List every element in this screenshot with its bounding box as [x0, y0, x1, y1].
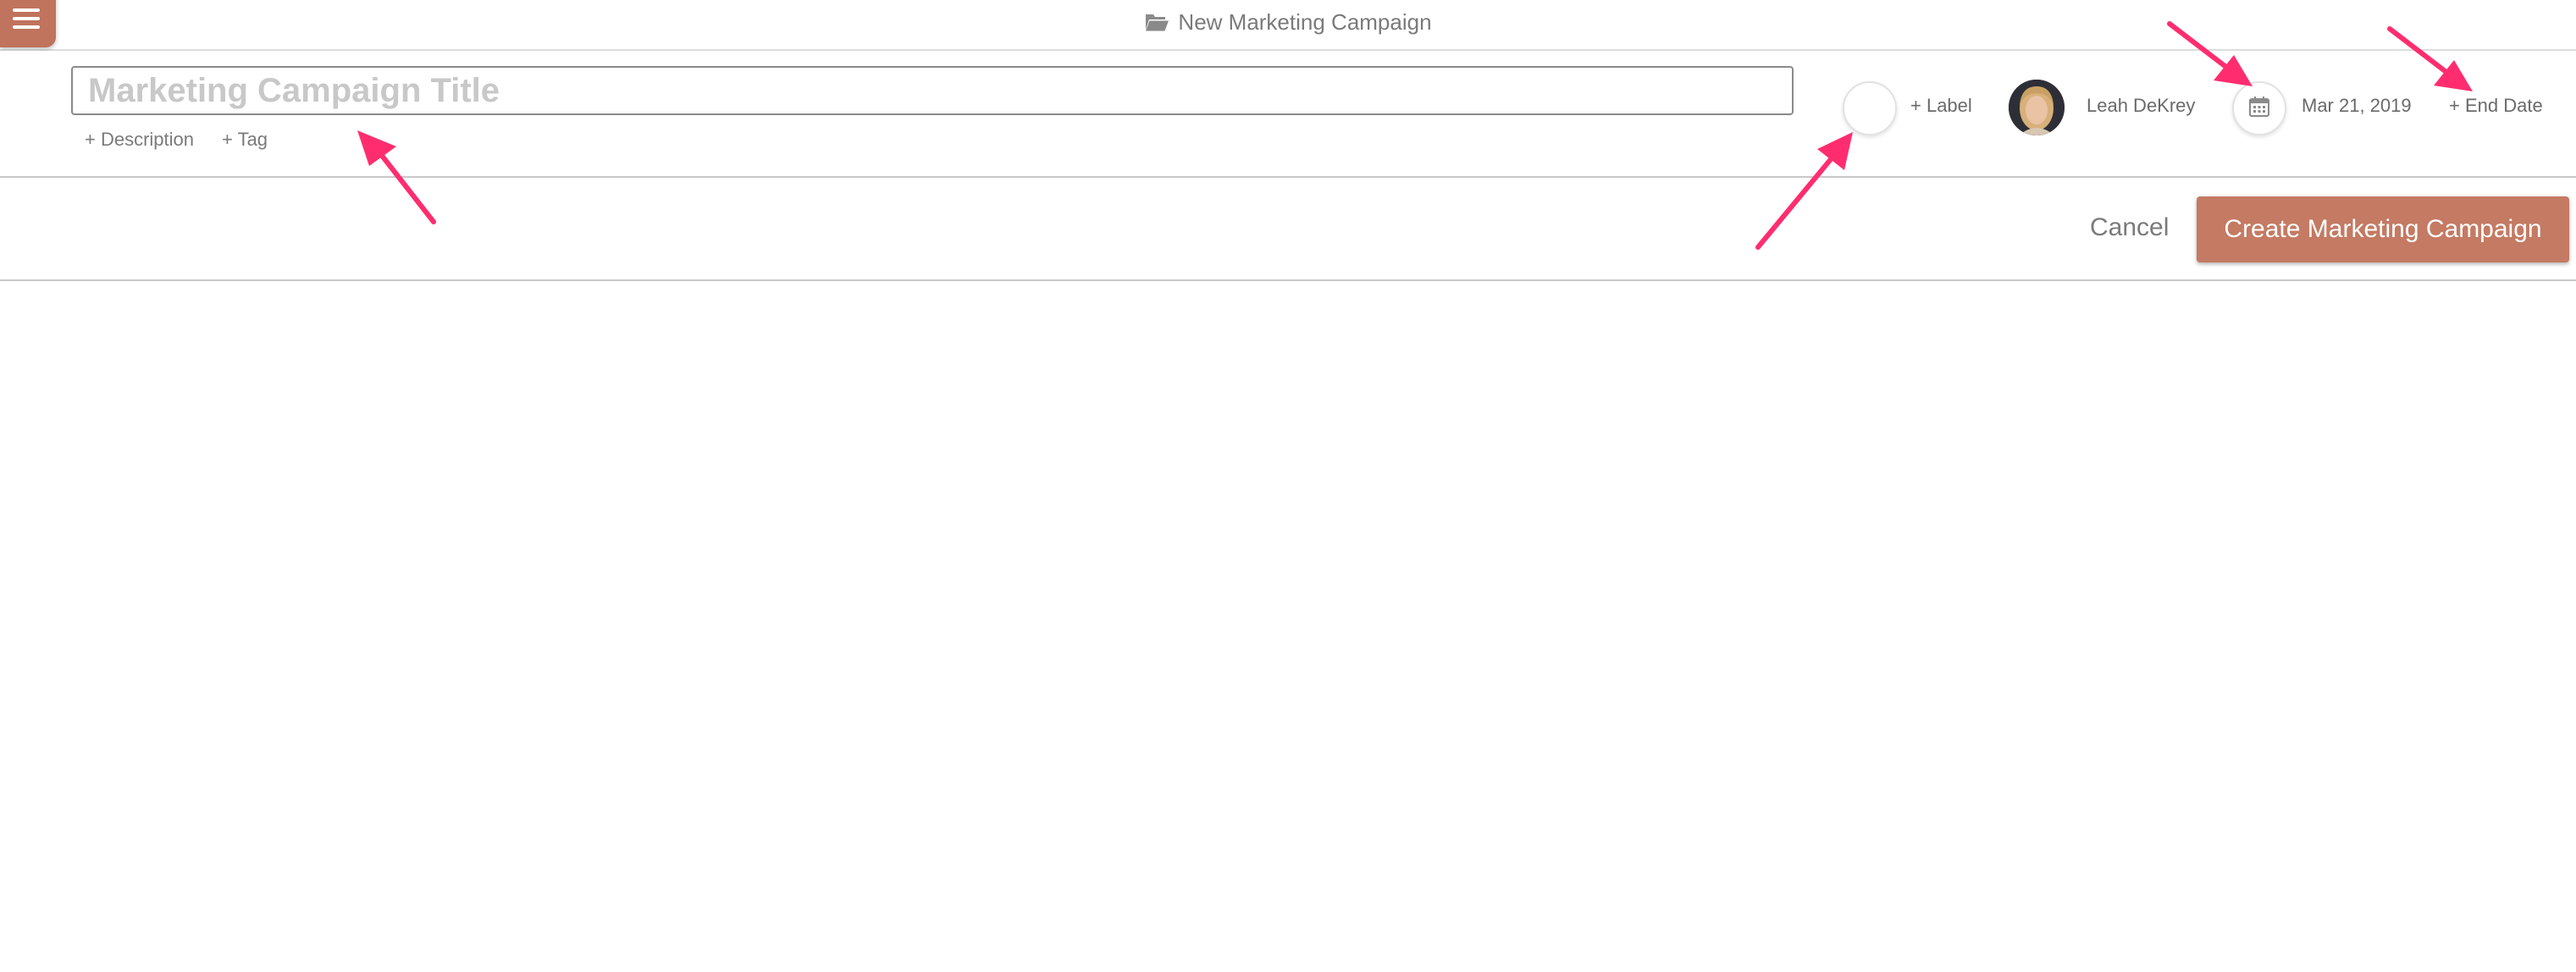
label-color-picker[interactable]: [1843, 81, 1897, 135]
start-date-picker[interactable]: [2232, 81, 2286, 135]
cancel-button[interactable]: Cancel: [2081, 208, 2177, 247]
add-tag-link[interactable]: + Tag: [222, 129, 268, 151]
form-actions: Cancel Create Marketing Campaign: [0, 178, 2576, 281]
start-date-value[interactable]: Mar 21, 2019: [2302, 95, 2412, 117]
assignee-avatar[interactable]: [2009, 80, 2065, 135]
page-title-container: New Marketing Campaign: [0, 0, 2576, 44]
campaign-title-input[interactable]: [71, 66, 1794, 115]
folder-open-icon: [1144, 11, 1169, 33]
calendar-icon: [2248, 96, 2270, 122]
assignee-name[interactable]: Leah DeKrey: [2087, 95, 2195, 117]
top-bar: New Marketing Campaign: [0, 0, 2576, 51]
page: New Marketing Campaign + Description + T…: [0, 0, 2576, 972]
campaign-form-header: + Description + Tag + Label Leah DeKrey: [0, 51, 2576, 178]
hamburger-menu-button[interactable]: [0, 0, 56, 47]
add-description-link[interactable]: + Description: [85, 129, 194, 151]
add-label-link[interactable]: + Label: [1910, 95, 1972, 117]
page-title: New Marketing Campaign: [1178, 8, 1432, 35]
add-end-date-link[interactable]: + End Date: [2449, 95, 2543, 117]
create-campaign-button[interactable]: Create Marketing Campaign: [2197, 196, 2569, 262]
